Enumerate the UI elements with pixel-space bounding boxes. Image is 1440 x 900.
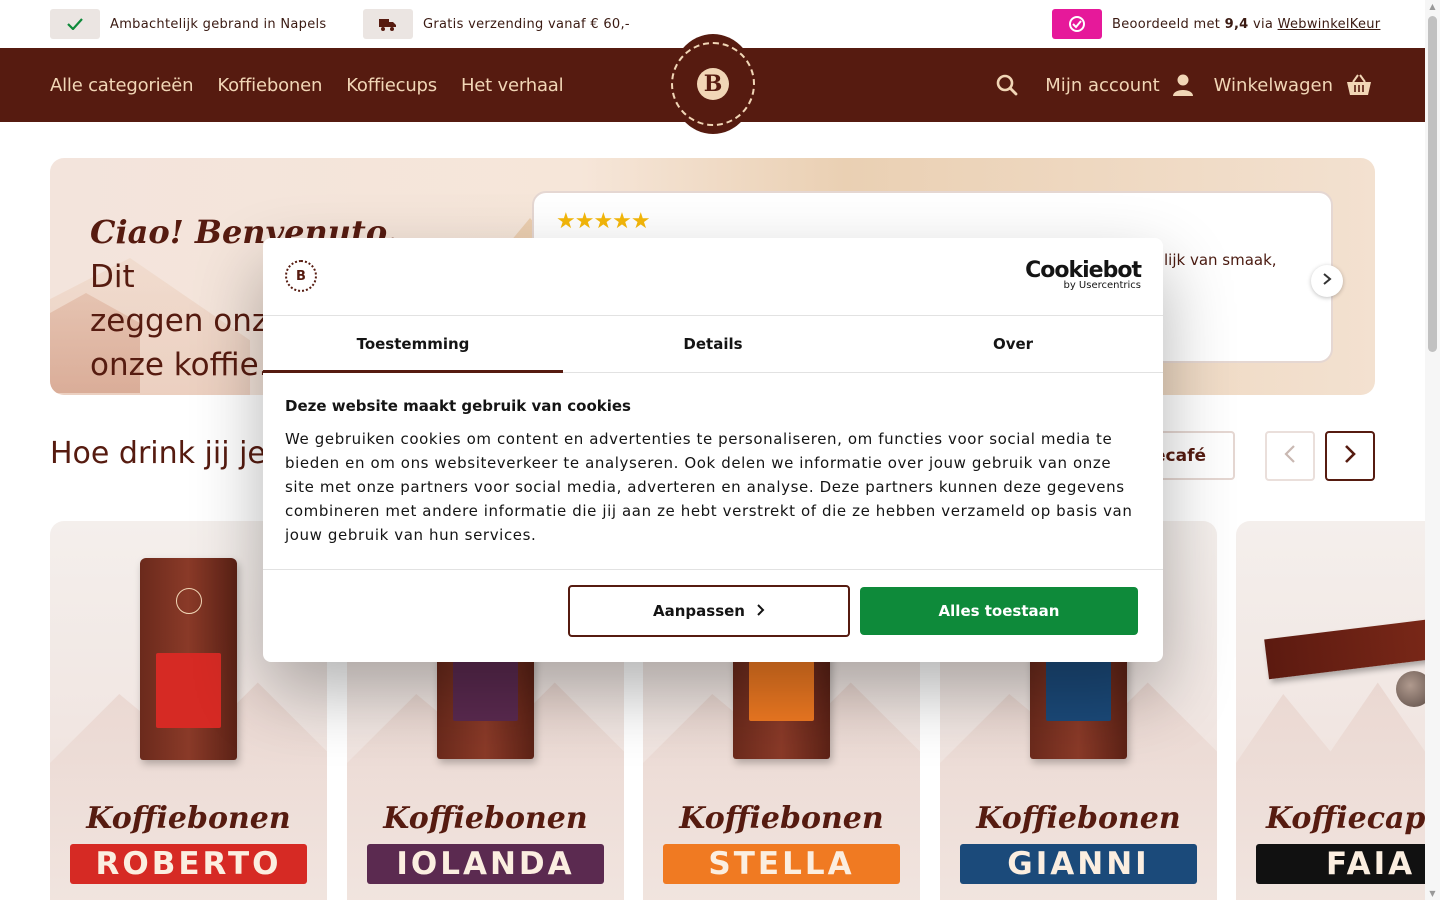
cookie-heading: Deze website maakt gebruik van cookies xyxy=(285,397,631,415)
cookie-dialog-header: B Cookiebot by Usercentrics xyxy=(263,238,1163,316)
cookie-actions: Aanpassen Alles toestaan xyxy=(263,570,1163,662)
page-scrollbar[interactable]: ▲ ▼ xyxy=(1425,0,1440,900)
review-text: lijk van smaak, xyxy=(1164,251,1277,269)
webwinkelkeur-link[interactable]: WebwinkelKeur xyxy=(1278,17,1381,32)
chevron-left-icon xyxy=(1284,444,1296,469)
bag-label xyxy=(453,661,518,721)
customize-button-label: Aanpassen xyxy=(653,602,745,620)
product-name: ROBERTO xyxy=(70,844,307,884)
coffee-bag-image xyxy=(140,558,237,760)
truck-icon xyxy=(363,9,413,39)
product-type: Koffiebonen xyxy=(679,801,884,836)
product-name: GIANNI xyxy=(960,844,1197,884)
chevron-right-icon xyxy=(757,602,765,620)
rating-via: via xyxy=(1252,16,1274,32)
capsule-box-image xyxy=(1264,618,1425,680)
product-name: IOLANDA xyxy=(367,844,604,884)
chevron-right-icon xyxy=(1344,444,1356,469)
account-link[interactable]: Mijn account xyxy=(1045,75,1159,96)
scroll-up-arrow-icon[interactable]: ▲ xyxy=(1428,2,1437,11)
user-icon[interactable] xyxy=(1172,73,1194,97)
cookie-tabs: Toestemming Details Over xyxy=(263,316,1163,373)
carousel-prev-button[interactable] xyxy=(1265,431,1315,481)
tab-about[interactable]: Over xyxy=(863,316,1163,372)
review-next-button[interactable] xyxy=(1311,265,1343,297)
nav-item-categories[interactable]: Alle categorieën xyxy=(50,75,194,96)
section-title: Hoe drink jij je A xyxy=(50,436,296,471)
capsule-image xyxy=(1396,671,1425,707)
rating-value: 9,4 xyxy=(1224,16,1249,32)
cookie-body: Deze website maakt gebruik van cookies W… xyxy=(263,373,1163,570)
usp-crafted-text: Ambachtelijk gebrand in Napels xyxy=(110,16,327,32)
cookiebot-brand: Cookiebot by Usercentrics xyxy=(1025,258,1142,291)
webwinkelkeur-icon xyxy=(1052,9,1102,39)
logo-ring: B xyxy=(671,42,755,126)
usp-crafted: Ambachtelijk gebrand in Napels xyxy=(50,9,327,39)
cookie-consent-dialog: B Cookiebot by Usercentrics Toestemming … xyxy=(263,238,1163,662)
header-actions: Mijn account Winkelwagen xyxy=(995,48,1373,122)
battito-logo[interactable]: B xyxy=(670,34,756,134)
product-type: Koffiebonen xyxy=(383,801,588,836)
product-type: Koffiecaps xyxy=(1266,801,1425,836)
bag-label xyxy=(156,653,221,728)
product-type: Koffiebonen xyxy=(976,801,1181,836)
cookie-description: We gebruiken cookies om content en adver… xyxy=(285,430,1133,544)
tab-consent[interactable]: Toestemming xyxy=(263,316,563,373)
rating-prefix: Beoordeeld met xyxy=(1112,16,1221,32)
bag-label xyxy=(749,661,814,721)
hero-text-line3: onze koffie. xyxy=(90,347,269,383)
main-header: Alle categorieën Koffiebonen Koffiecups … xyxy=(0,34,1425,134)
usp-shipping-text: Gratis verzending vanaf € 60,- xyxy=(423,16,630,32)
tab-details[interactable]: Details xyxy=(563,316,863,372)
star-rating: ★★★★★ xyxy=(556,209,651,234)
hero-text-line1: Dit xyxy=(90,259,135,295)
check-icon xyxy=(50,9,100,39)
basket-icon[interactable] xyxy=(1345,73,1373,97)
customize-button[interactable]: Aanpassen xyxy=(568,585,850,637)
chevron-right-icon xyxy=(1322,273,1332,289)
usp-shipping: Gratis verzending vanaf € 60,- xyxy=(363,9,630,39)
nav-item-story[interactable]: Het verhaal xyxy=(461,75,564,96)
product-card-faia[interactable]: Koffiecaps FAIA xyxy=(1236,521,1425,900)
scroll-down-arrow-icon[interactable]: ▼ xyxy=(1428,889,1437,898)
carousel-next-button[interactable] xyxy=(1325,431,1375,481)
cart-link[interactable]: Winkelwagen xyxy=(1214,75,1333,96)
allow-all-button[interactable]: Alles toestaan xyxy=(860,587,1138,635)
bag-label xyxy=(1046,661,1111,721)
main-nav: Alle categorieën Koffiebonen Koffiecups … xyxy=(50,48,564,122)
product-type: Koffiebonen xyxy=(86,801,291,836)
nav-item-beans[interactable]: Koffiebonen xyxy=(217,75,322,96)
product-name: STELLA xyxy=(663,844,900,884)
battito-small-logo: B xyxy=(285,260,317,292)
scrollbar-thumb[interactable] xyxy=(1428,16,1437,352)
usp-rating: Beoordeeld met 9,4 via WebwinkelKeur xyxy=(1052,9,1380,39)
logo-letter: B xyxy=(697,68,729,100)
search-icon[interactable] xyxy=(995,73,1019,97)
bag-logo xyxy=(176,588,202,614)
nav-item-cups[interactable]: Koffiecups xyxy=(346,75,437,96)
product-name: FAIA xyxy=(1256,844,1425,884)
hero-text-line2: zeggen onze xyxy=(90,303,288,339)
